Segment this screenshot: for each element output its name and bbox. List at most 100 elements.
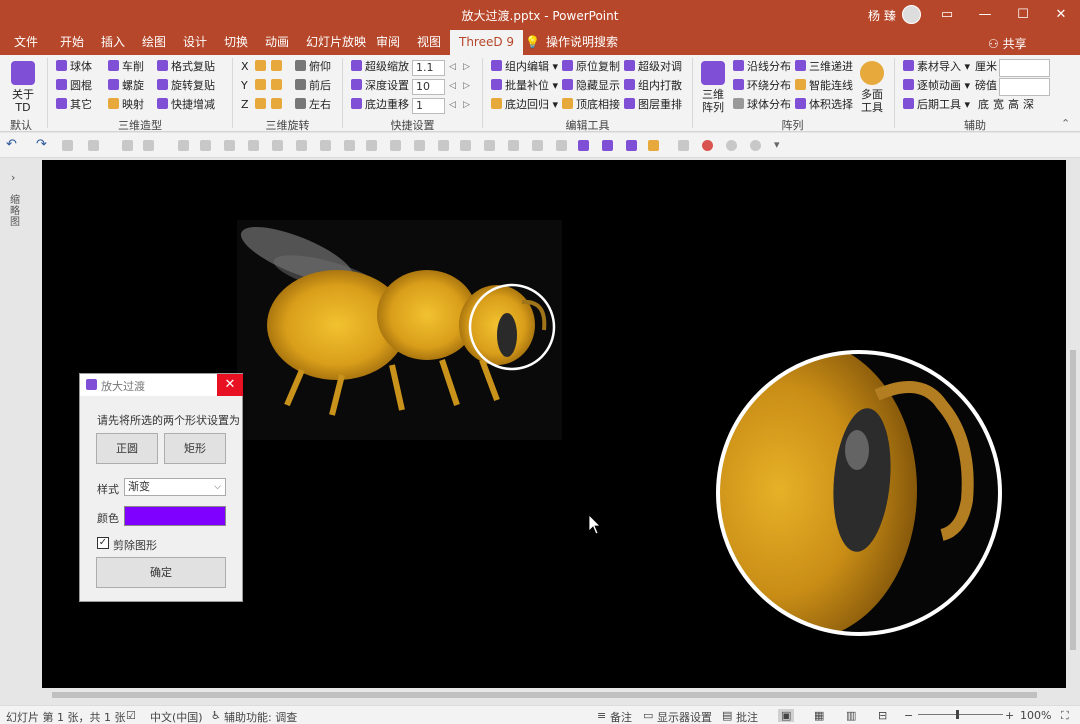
tab-home[interactable]: 开始 (60, 30, 84, 55)
increase-icon[interactable]: ▷ (463, 100, 470, 110)
maximize-button[interactable]: ☐ (1004, 0, 1042, 30)
close-button[interactable]: ✕ (1042, 0, 1080, 30)
volume-select-button[interactable]: 体积选择 (795, 98, 853, 112)
rectangle-button[interactable]: 矩形 (164, 433, 226, 464)
rotate-paste-button[interactable]: 旋转复贴 (157, 79, 215, 93)
accessibility-status[interactable]: 辅助功能: 调查 (224, 709, 297, 724)
tab-animations[interactable]: 动画 (265, 30, 289, 55)
increase-icon[interactable]: ▷ (463, 62, 470, 72)
multi-face-tool-button[interactable]: 多面 工具 (857, 61, 887, 114)
tab-slideshow[interactable]: 幻灯片放映 (306, 30, 366, 55)
circle-icon[interactable] (750, 140, 761, 151)
import-assets-button[interactable]: 素材导入 ▾ (903, 60, 970, 74)
normal-view-icon[interactable]: ▣ (778, 709, 795, 722)
merge-icon[interactable] (556, 140, 567, 151)
other-shapes-button[interactable]: 其它 (56, 98, 92, 112)
tab-review[interactable]: 审阅 (376, 30, 400, 55)
copy-in-place-button[interactable]: 原位复制 (562, 60, 620, 74)
record-icon[interactable] (702, 140, 713, 151)
decrease-icon[interactable]: ◁ (449, 100, 456, 110)
tab-draw[interactable]: 绘图 (142, 30, 166, 55)
comments-button[interactable]: 批注 (736, 709, 758, 724)
batch-fill-button[interactable]: 批量补位 ▾ (491, 79, 558, 93)
smart-connect-button[interactable]: 智能连线 (795, 79, 853, 93)
flip-icon[interactable] (438, 140, 449, 151)
toolbar-icon[interactable] (143, 140, 154, 151)
ungroup-button[interactable]: 组内打散 (624, 79, 682, 93)
user-name[interactable]: 杨 臻 (868, 7, 896, 24)
zoom-level[interactable]: 100% (1020, 709, 1051, 722)
align-icon[interactable] (200, 140, 211, 151)
ribbon-display-icon[interactable]: ▭ (928, 0, 966, 30)
frame-animation-button[interactable]: 逐帧动画 ▾ (903, 79, 970, 93)
distribute-icon[interactable] (320, 140, 331, 151)
format-paste-button[interactable]: 格式复贴 (157, 60, 215, 74)
rotate-z-plus-icon[interactable] (271, 98, 285, 112)
merge-icon[interactable] (532, 140, 543, 151)
zoom-in-icon[interactable]: + (1005, 709, 1014, 722)
shape-icon[interactable] (88, 140, 99, 151)
super-zoom-button[interactable]: 超级缩放 (351, 60, 409, 74)
td-tool-icon[interactable] (626, 140, 637, 151)
share-button[interactable]: ⚇ 共享 (988, 35, 1027, 52)
dialog-close-button[interactable]: ✕ (217, 374, 243, 396)
textbox-icon[interactable] (62, 140, 73, 151)
vertical-scrollbar[interactable] (1066, 160, 1080, 688)
slideshow-icon[interactable]: ⊟ (878, 709, 887, 722)
circle-icon[interactable] (726, 140, 737, 151)
bottom-offset-input[interactable]: 1 (412, 98, 445, 114)
zoom-out-icon[interactable]: − (904, 709, 913, 722)
quick-adjust-button[interactable]: 快捷增减 (157, 98, 215, 112)
lathe-button[interactable]: 车削 (108, 60, 144, 74)
color-swatch[interactable] (124, 506, 226, 526)
rotate-z-minus-icon[interactable] (255, 98, 269, 112)
front-back-button[interactable]: 前后 (295, 79, 331, 93)
left-right-button[interactable]: 左右 (295, 98, 331, 112)
chevron-right-icon[interactable]: › (11, 171, 15, 184)
depth-setting-button[interactable]: 深度设置 (351, 79, 409, 93)
rotate-x-minus-icon[interactable] (255, 60, 269, 74)
toolbar-icon[interactable] (678, 140, 689, 151)
rod-button[interactable]: 圆棍 (56, 79, 92, 93)
clip-shape-checkbox[interactable]: ✓ (97, 537, 109, 549)
display-settings-button[interactable]: 显示器设置 (657, 709, 712, 724)
super-swap-button[interactable]: 超级对调 (624, 60, 682, 74)
layer-reorder-button[interactable]: 图层重排 (624, 98, 682, 112)
notes-button[interactable]: 备注 (610, 709, 632, 724)
collapse-ribbon-icon[interactable]: ⌃ (1061, 117, 1070, 131)
td-tool-icon[interactable] (602, 140, 613, 151)
3d-array-button[interactable]: 三维 阵列 (698, 61, 728, 114)
flip-icon[interactable] (366, 140, 377, 151)
undo-icon[interactable]: ↶ (6, 138, 17, 152)
avatar[interactable] (902, 5, 921, 24)
height-button[interactable]: 高 (1008, 98, 1019, 112)
align-icon[interactable] (224, 140, 235, 151)
toolbar-icon[interactable] (122, 140, 133, 151)
reading-view-icon[interactable]: ▥ (846, 709, 856, 722)
flip-icon[interactable] (414, 140, 425, 151)
scroll-thumb[interactable] (52, 692, 1037, 698)
increase-icon[interactable]: ▷ (463, 81, 470, 91)
decrease-icon[interactable]: ◁ (449, 81, 456, 91)
sphere-distribute-button[interactable]: 球体分布 (733, 98, 791, 112)
depth-button[interactable]: 深 (1023, 98, 1034, 112)
spellcheck-icon[interactable]: ☑ (126, 709, 136, 722)
tab-design[interactable]: 设计 (183, 30, 207, 55)
tell-me-search[interactable]: 操作说明搜索 (546, 30, 618, 55)
horizontal-scrollbar[interactable] (34, 688, 1066, 702)
redo-icon[interactable]: ↷ (36, 138, 47, 152)
decrease-icon[interactable]: ◁ (449, 62, 456, 72)
circle-button[interactable]: 正圆 (96, 433, 158, 464)
align-icon[interactable] (272, 140, 283, 151)
tab-view[interactable]: 视图 (417, 30, 441, 55)
about-td-button[interactable]: 关于 TD (8, 61, 38, 114)
align-icon[interactable] (296, 140, 307, 151)
tab-transitions[interactable]: 切换 (224, 30, 248, 55)
tab-file[interactable]: 文件 (14, 30, 38, 55)
td-tool-icon[interactable] (578, 140, 589, 151)
post-tools-button[interactable]: 后期工具 ▾ (903, 98, 970, 112)
align-icon[interactable] (248, 140, 259, 151)
merge-icon[interactable] (460, 140, 471, 151)
group-edit-button[interactable]: 组内编辑 ▾ (491, 60, 558, 74)
fit-to-window-icon[interactable]: ⛶ (1061, 709, 1069, 723)
